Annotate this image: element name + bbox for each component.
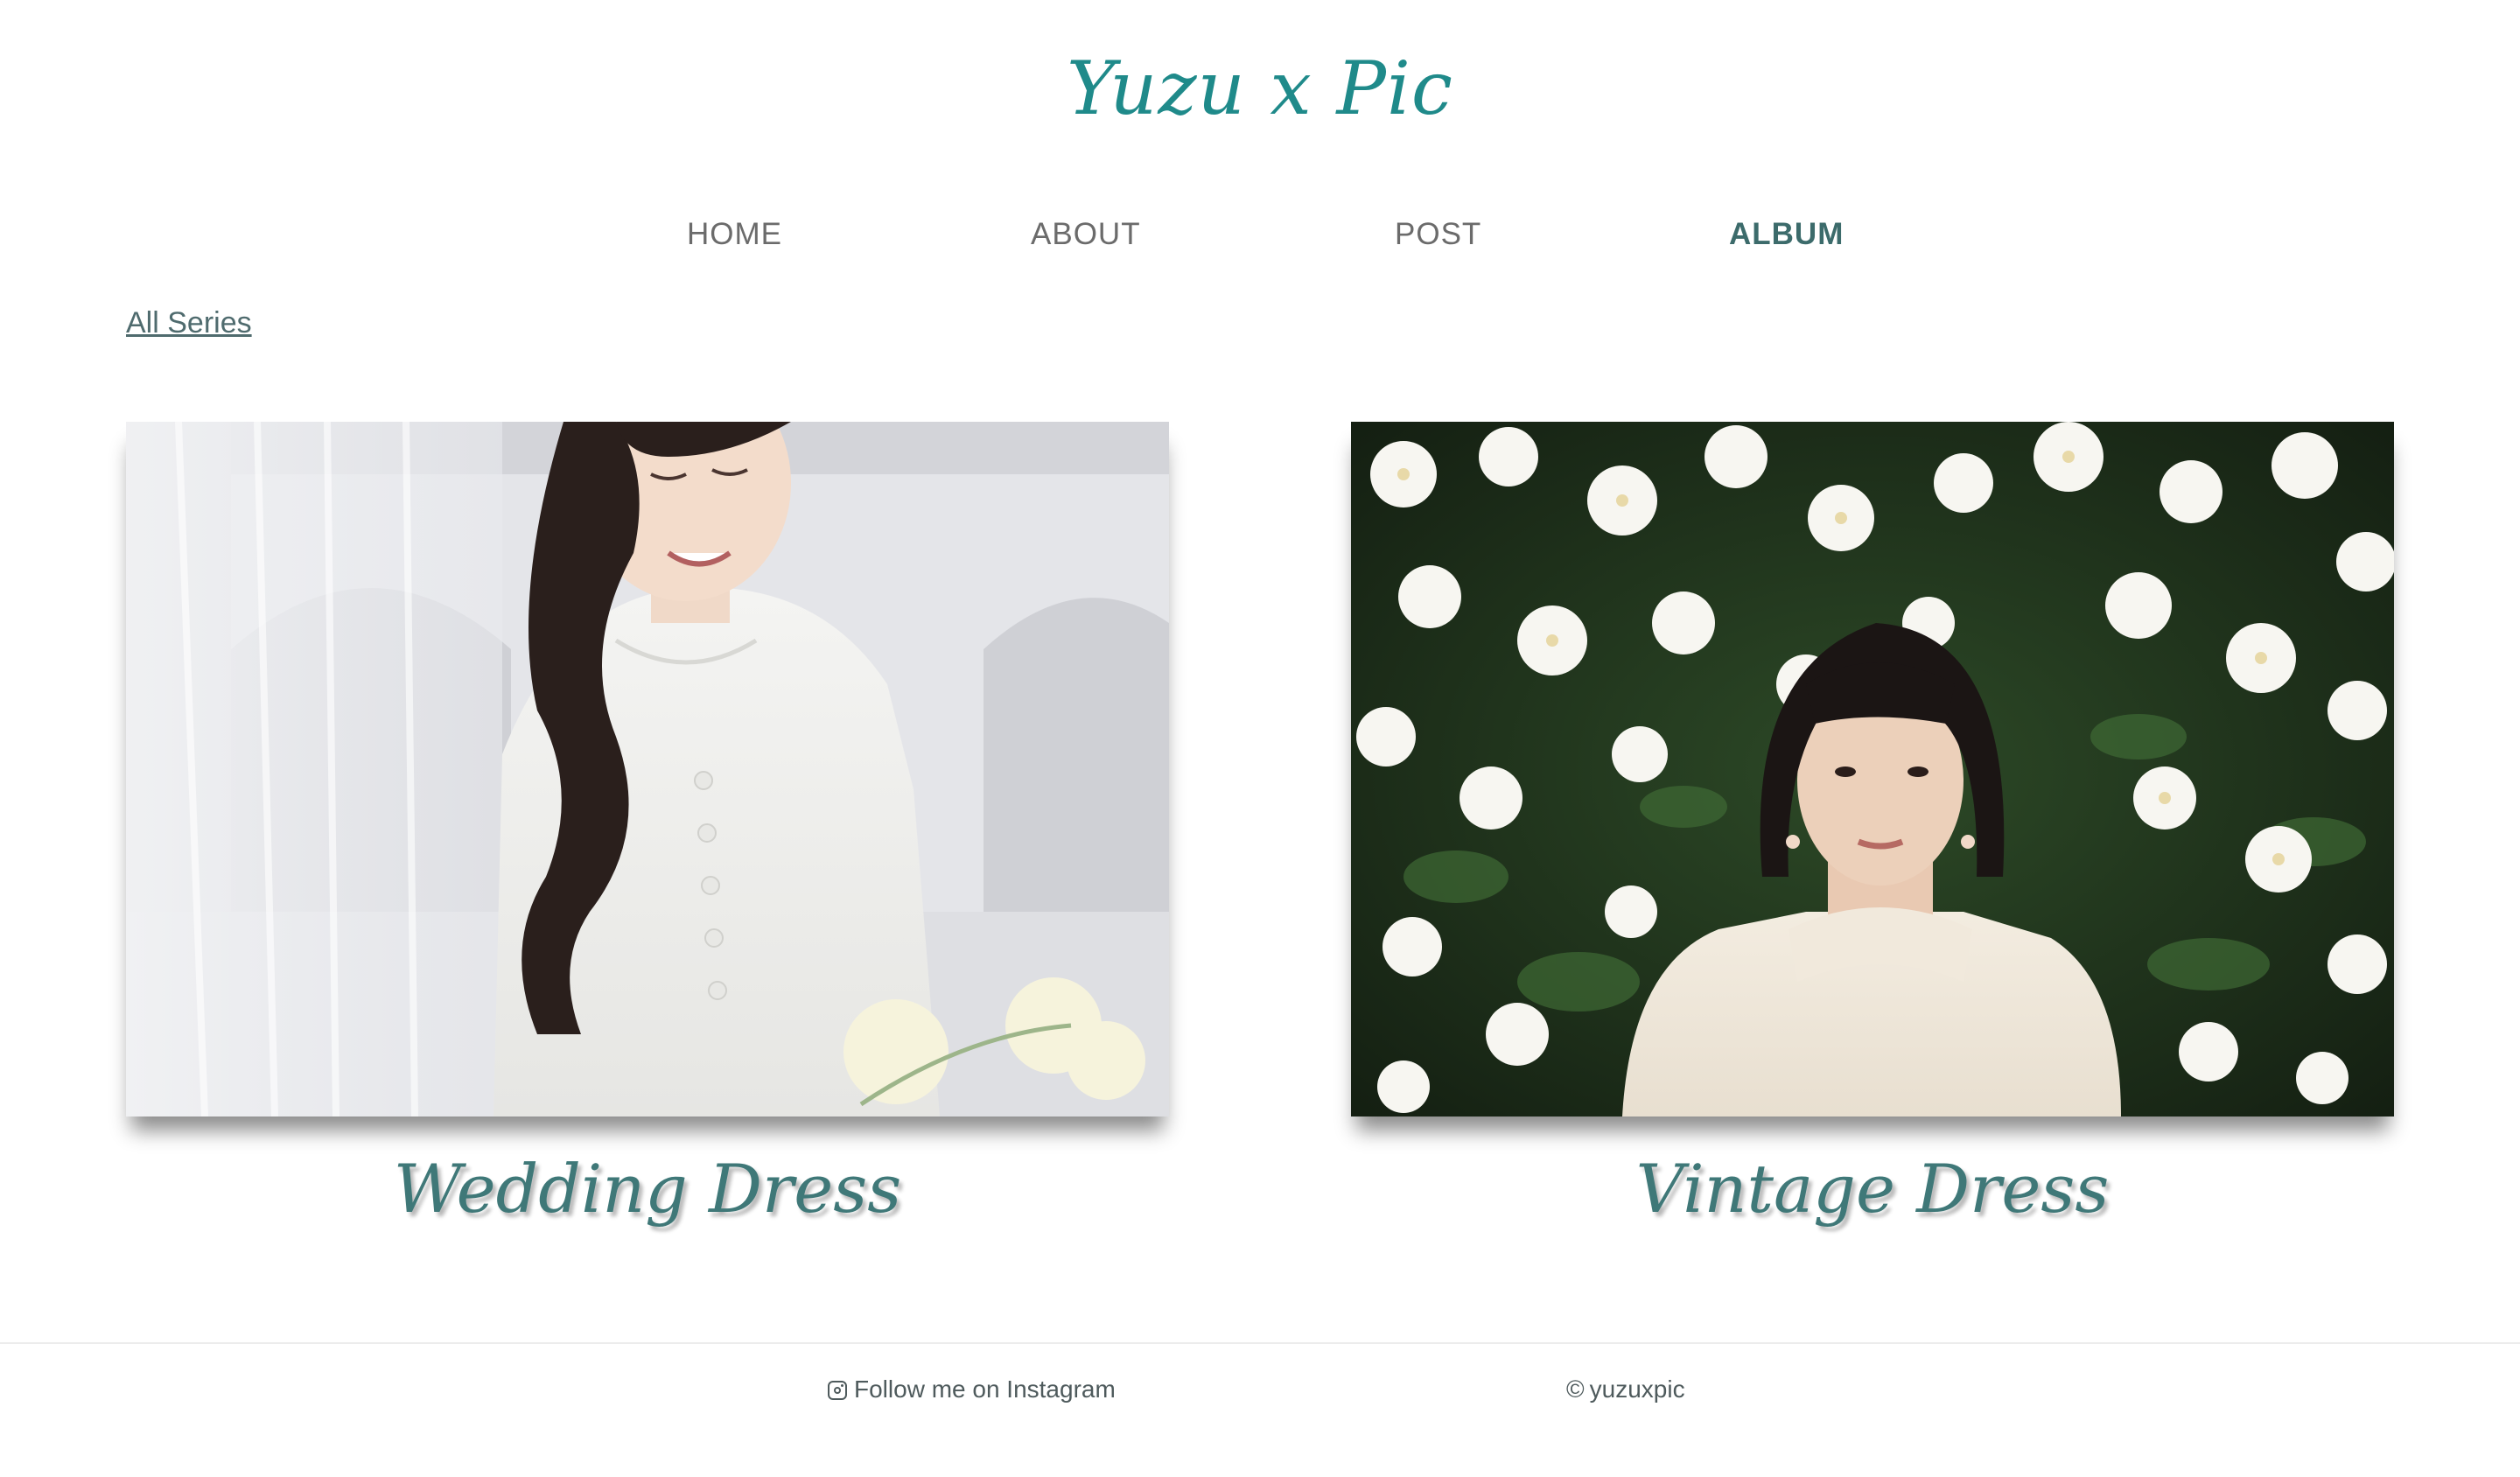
- album-photo-vintage-dress[interactable]: [1351, 422, 2394, 1116]
- album-title-vintage-dress[interactable]: Vintage Dress: [1351, 1150, 2394, 1228]
- main-nav: HOME ABOUT POST ALBUM: [0, 217, 2520, 261]
- vintage-photo-image: [1351, 422, 2394, 1116]
- album-card-vintage-dress[interactable]: Vintage Dress: [1351, 422, 2394, 1228]
- page: Yuzu x Pic HOME ABOUT POST ALBUM All Ser…: [0, 0, 2520, 1477]
- nav-item-post[interactable]: POST: [1395, 217, 1481, 252]
- copyright-icon: ©: [1566, 1376, 1585, 1403]
- album-photo-wedding-dress[interactable]: [126, 422, 1169, 1116]
- album-title-wedding-dress[interactable]: Wedding Dress: [126, 1150, 1169, 1228]
- instagram-link[interactable]: Follow me on Instagram: [828, 1376, 1116, 1404]
- instagram-label: Follow me on Instagram: [854, 1376, 1116, 1403]
- nav-item-album[interactable]: ALBUM: [1729, 217, 1844, 252]
- copyright-label: yuzuxpic: [1589, 1376, 1685, 1403]
- site-footer: Follow me on Instagram © yuzuxpic: [0, 1342, 2520, 1477]
- wedding-photo-image: [126, 422, 1169, 1116]
- nav-item-home[interactable]: HOME: [687, 217, 782, 252]
- copyright-notice: © yuzuxpic: [1566, 1376, 1685, 1404]
- site-logo[interactable]: Yuzu x Pic: [0, 46, 2520, 131]
- nav-item-about[interactable]: ABOUT: [1031, 217, 1141, 252]
- all-series-link[interactable]: All Series: [126, 306, 252, 340]
- album-card-wedding-dress[interactable]: Wedding Dress: [126, 422, 1169, 1228]
- instagram-icon: [828, 1381, 847, 1400]
